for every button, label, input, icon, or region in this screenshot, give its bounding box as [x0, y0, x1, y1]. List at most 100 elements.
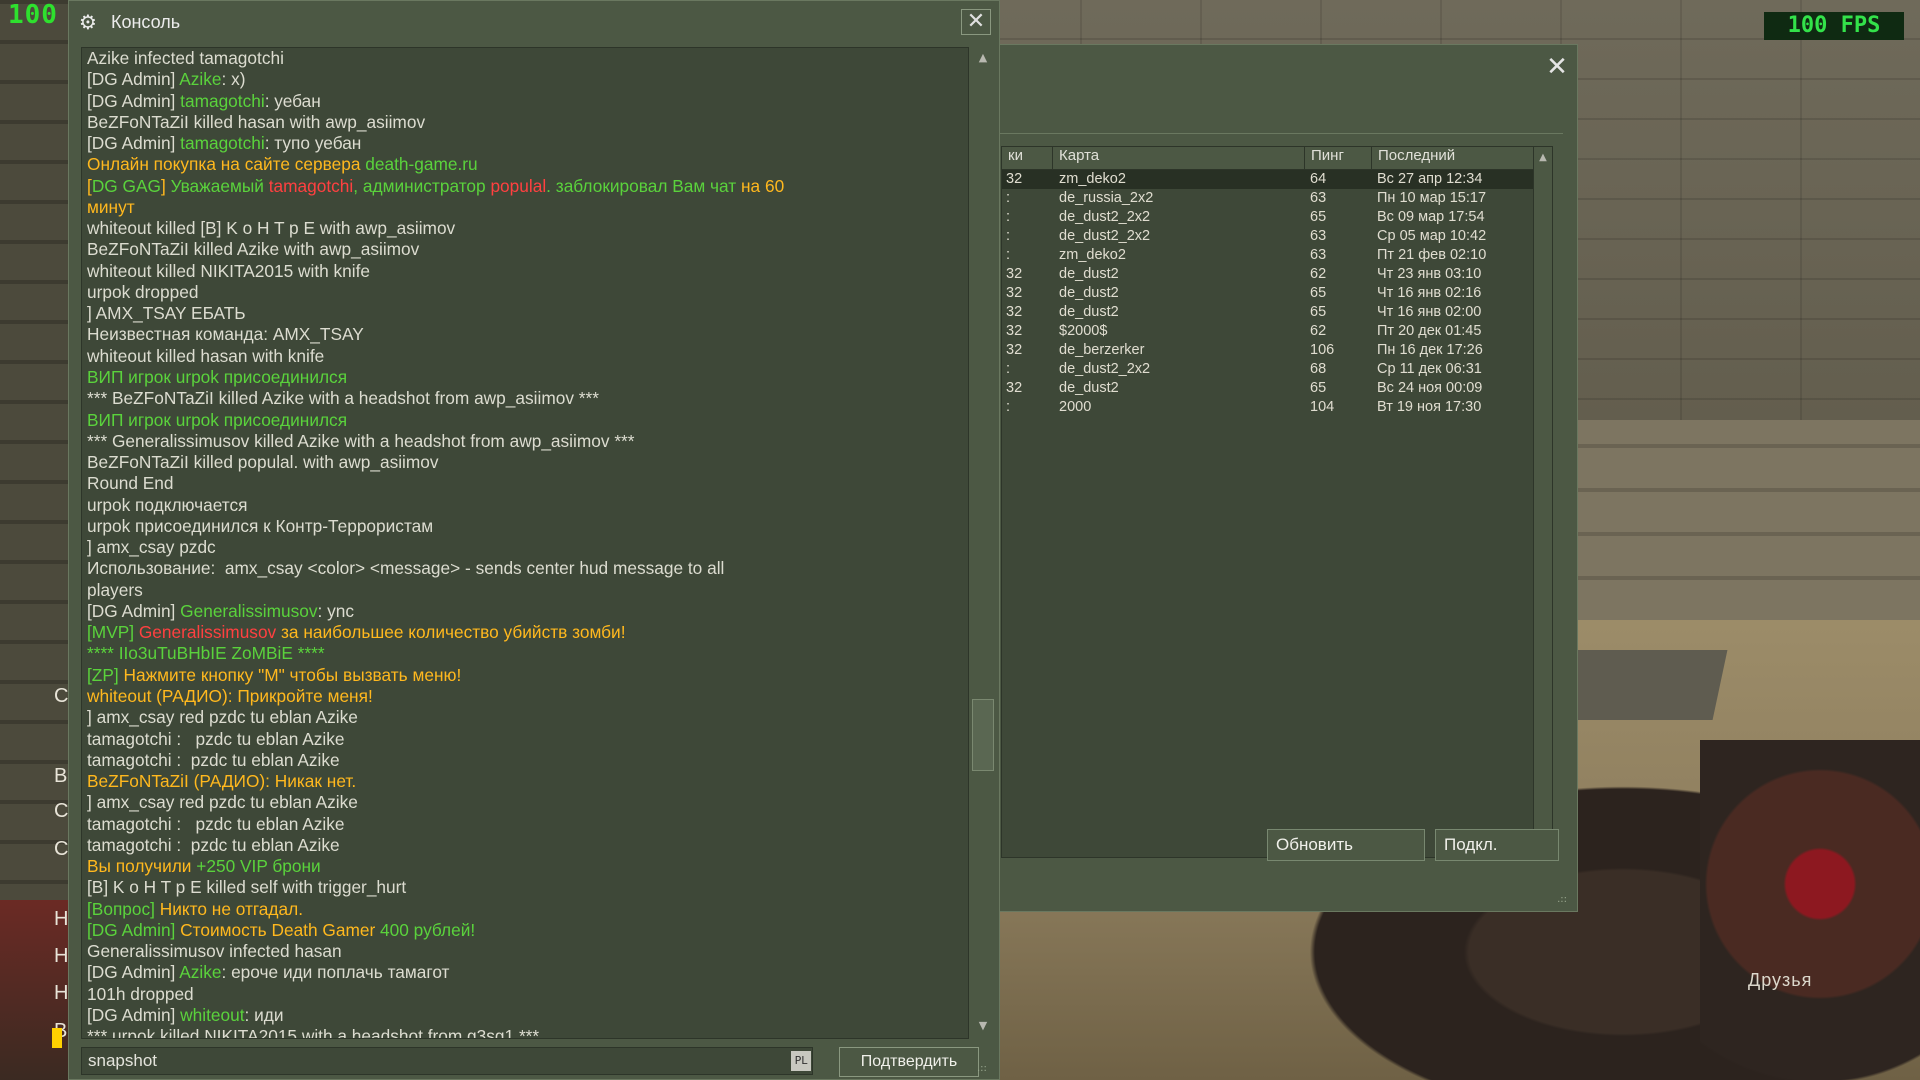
console-text: : ероче иди поплачь тамагот [221, 962, 450, 983]
side-menu-letter: С [54, 838, 69, 860]
close-icon[interactable]: ✕ [961, 9, 991, 35]
monster-head [1700, 740, 1920, 1080]
console-line: whiteout (РАДИО): Прикройте меня! [87, 686, 947, 707]
console-text: BeZFoNTaZiI killed populal. with awp_asi… [87, 452, 439, 473]
console-text: : уебан [264, 90, 321, 111]
scroll-up-icon[interactable]: ▲ [976, 51, 990, 65]
console-line: [DG Admin] Azike: ероче иди поплачь тама… [87, 962, 947, 983]
table-row[interactable]: 32 de_dust2 65 Вс 24 ноя 00:09 [1002, 379, 1534, 398]
console-line: BeZFoNTaZiI (РАДИО): Никак нет. [87, 771, 947, 792]
resize-grip-icon[interactable]: .:: [977, 1063, 987, 1074]
console-text: urpok подключается [87, 494, 248, 515]
connect-button[interactable]: Подкл. [1435, 829, 1559, 861]
console-text: BeZFoNTaZiI (РАДИО): Никак нет. [87, 771, 357, 792]
table-row[interactable]: : de_dust2_2x2 63 Ср 05 мар 10:42 [1002, 227, 1534, 246]
console-line: Вы получили +250 VIP брони [87, 856, 947, 877]
console-text: ] amx_csay red pzdc tu eblan Azike [87, 707, 358, 728]
table-row[interactable]: 32 de_dust2 65 Чт 16 янв 02:00 [1002, 303, 1534, 322]
console-text: : иди [244, 1004, 284, 1025]
table-row[interactable]: 32 $2000$ 62 Пт 20 дек 01:45 [1002, 322, 1534, 341]
cell-players: 32 [1006, 266, 1023, 282]
submit-button[interactable]: Подтвердить [839, 1047, 979, 1077]
cell-ping: 65 [1310, 380, 1327, 396]
console-line: *** BeZFoNTaZiI killed Azike with a head… [87, 388, 947, 409]
console-text: whiteout killed NIKITA2015 with knife [87, 260, 371, 281]
console-text: ] [160, 175, 171, 196]
title-bar[interactable]: ⚙ Консоль [79, 7, 180, 37]
server-table: ки Карта Пинг Последний 32 zm_deko2 64 Вс 2… [1001, 146, 1553, 858]
cell-players: 32 [1006, 342, 1023, 358]
command-input[interactable]: snapshot [81, 1047, 813, 1075]
scroll-thumb[interactable] [972, 699, 994, 771]
close-icon[interactable]: ✕ [1543, 53, 1571, 81]
friends-label[interactable]: Друзья [1748, 970, 1812, 991]
console-line: *** urpok killed NIKITA2015 with a heads… [87, 1026, 947, 1038]
table-row[interactable]: : de_russia_2x2 63 Пн 10 мар 15:17 [1002, 189, 1534, 208]
console-line: минут [87, 197, 947, 218]
console-text: tamagotchi : pzdc tu eblan Azike [87, 834, 340, 855]
console-text: BeZFoNTaZiI killed hasan with awp_asiimo… [87, 111, 426, 132]
console-output[interactable]: Azike infected tamagotchi [DG Admin] Azik… [81, 47, 969, 1039]
console-window: ⚙ Консоль ✕ Azike infected tamagotchi [DG… [68, 0, 1000, 1080]
scroll-down-icon[interactable]: ▼ [976, 1019, 990, 1033]
column-map[interactable]: Карта [1053, 147, 1305, 169]
console-text: Azike infected tamagotchi [87, 48, 284, 68]
hud-marker [52, 1028, 62, 1048]
cell-ping: 63 [1310, 228, 1327, 244]
console-line: [B] K o H T p E killed self with trigger… [87, 877, 947, 898]
console-line: ] AMX_TSAY ЕБАТЬ [87, 303, 947, 324]
console-text: ВИП игрок urpok присоединился [87, 409, 348, 430]
console-text: [B] K o H T p E killed self with trigger… [87, 877, 407, 898]
console-text: tamagotchi : pzdc tu eblan Azike [87, 728, 345, 749]
table-row[interactable]: 32 zm_deko2 64 Вс 27 апр 12:34 [1002, 170, 1534, 189]
column-ping[interactable]: Пинг [1305, 147, 1372, 169]
table-row[interactable]: 32 de_dust2 62 Чт 23 янв 03:10 [1002, 265, 1534, 284]
table-row[interactable]: : zm_deko2 63 Пт 21 фев 02:10 [1002, 246, 1534, 265]
console-text: [DG Admin] [87, 1004, 181, 1025]
steam-icon: ⚙ [79, 10, 97, 34]
table-scrollbar[interactable]: ▲ ▼ [1533, 147, 1552, 857]
console-line: tamagotchi : pzdc tu eblan Azike [87, 814, 947, 835]
scroll-up-icon[interactable]: ▲ [1536, 151, 1550, 165]
cell-players: 32 [1006, 285, 1023, 301]
console-line: [DG Admin] whiteout: иди [87, 1005, 947, 1026]
console-text: Неизвестная команда: AMX_TSAY [87, 324, 364, 345]
console-scrollbar[interactable]: ▲ ▼ [968, 47, 997, 1037]
table-row[interactable]: 32 de_dust2 65 Чт 16 янв 02:16 [1002, 284, 1534, 303]
console-line: *** Generalissimusov killed Azike with a… [87, 431, 947, 452]
cell-map: 2000 [1059, 399, 1092, 415]
console-text: tamagotchi [180, 90, 265, 111]
cell-last: Ср 11 дек 06:31 [1377, 361, 1482, 377]
console-text: Нажмите кнопку "M" чтобы вызвать меню! [123, 664, 462, 685]
column-players[interactable]: ки [1002, 147, 1053, 169]
console-text: tamagotchi : pzdc tu eblan Azike [87, 813, 345, 834]
cell-map: de_dust2 [1059, 285, 1119, 301]
table-header: ки Карта Пинг Последний [1002, 147, 1534, 170]
console-text: +250 VIP брони [196, 856, 321, 877]
cell-map: de_dust2_2x2 [1059, 361, 1151, 377]
console-text: [DG Admin] [87, 69, 180, 90]
console-line: Round End [87, 473, 947, 494]
resize-grip-icon[interactable]: .:: [1557, 894, 1567, 905]
console-line: tamagotchi : pzdc tu eblan Azike [87, 729, 947, 750]
console-text: **** IIo3uTuBHbIE ZoMBiE **** [87, 643, 325, 664]
side-menu-letter: С [54, 685, 69, 707]
console-line: BeZFoNTaZiI killed Azike with awp_asiimo… [87, 239, 947, 260]
table-row[interactable]: : de_dust2_2x2 65 Вс 09 мар 17:54 [1002, 208, 1534, 227]
table-row[interactable]: 32 de_berzerker 106 Пн 16 дек 17:26 [1002, 341, 1534, 360]
console-text: : x) [221, 69, 246, 90]
table-row[interactable]: : de_dust2_2x2 68 Ср 11 дек 06:31 [1002, 360, 1534, 379]
console-line: [DG Admin] Azike: x) [87, 69, 947, 90]
refresh-button[interactable]: Обновить [1267, 829, 1425, 861]
column-last[interactable]: Последний [1372, 147, 1534, 169]
console-line: tamagotchi : pzdc tu eblan Azike [87, 835, 947, 856]
console-text: , администратор [353, 175, 491, 196]
console-text: . заблокировал Вам чат [546, 175, 742, 196]
console-lines: Azike infected tamagotchi [DG Admin] Azik… [87, 48, 947, 1038]
wall-block [1560, 420, 1920, 620]
table-row[interactable]: : 2000 104 Вт 19 ноя 17:30 [1002, 398, 1534, 417]
console-line: whiteout killed hasan with knife [87, 346, 947, 367]
console-line: tamagotchi : pzdc tu eblan Azike [87, 750, 947, 771]
cell-players: : [1006, 247, 1011, 263]
console-text: tamagotchi : pzdc tu eblan Azike [87, 749, 340, 770]
